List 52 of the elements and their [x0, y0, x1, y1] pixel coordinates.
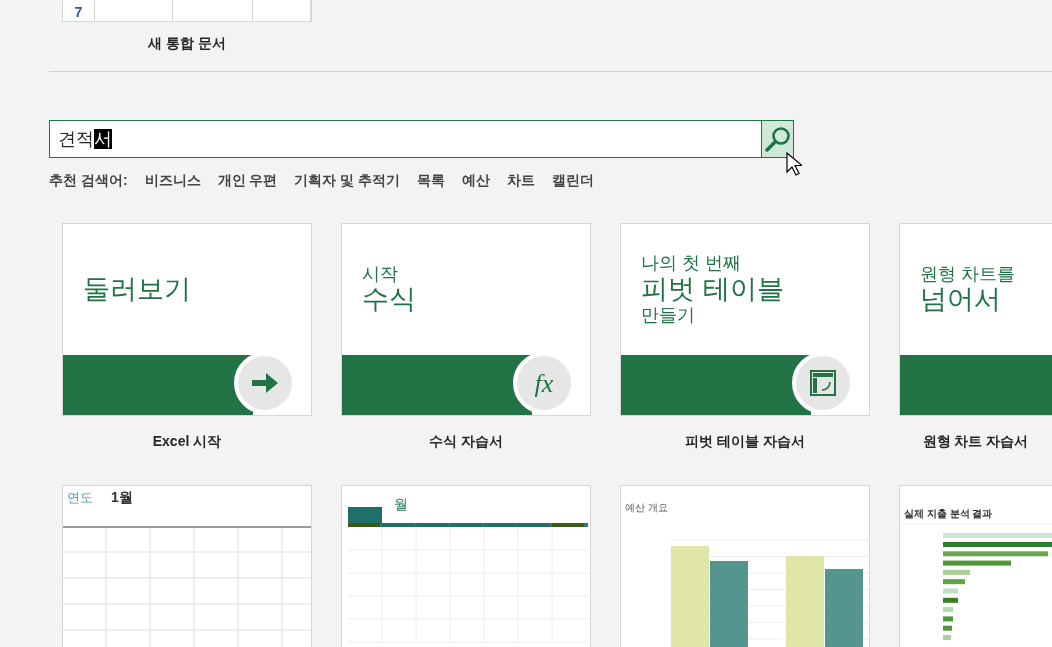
- chart-bar: [943, 635, 951, 640]
- template-caption: 피벗 테이블 자습서: [685, 433, 805, 449]
- template-tile[interactable]: 시작 수식 fx: [341, 223, 591, 416]
- template-caption: 수식 자습서: [429, 433, 503, 449]
- template-caption: Excel 시작: [152, 433, 222, 449]
- mouse-pointer-icon: [786, 152, 802, 176]
- arrow-icon: [250, 370, 280, 396]
- tile-title: 만들기: [641, 305, 695, 326]
- chart-bar: [943, 569, 970, 575]
- tile-title: 원형 차트를: [920, 263, 1015, 285]
- template-tile[interactable]: 둘러보기: [62, 223, 312, 416]
- chart-bar: [943, 579, 965, 585]
- chart-title: 예산 개요: [625, 501, 668, 515]
- calendar-year-title: 연도: [67, 489, 93, 507]
- tile-title: 수식: [362, 284, 416, 316]
- spreadsheet-thumbnail[interactable]: 7: [62, 0, 312, 22]
- suggested-searches-label: 추천 검색어:: [49, 171, 128, 190]
- chart-bar: [943, 560, 1011, 566]
- template-thumbnail[interactable]: 연도 1월: [62, 485, 312, 647]
- formula-symbol: fx: [534, 367, 554, 400]
- tile-title: 피벗 테이블: [641, 273, 784, 305]
- calendar-month-title: 월: [394, 495, 408, 514]
- suggestion-link[interactable]: 개인 우편: [217, 170, 278, 191]
- row-number: 7: [63, 0, 95, 22]
- chart-bar: [943, 607, 953, 613]
- suggestion-link[interactable]: 목록: [417, 170, 446, 191]
- tile-title: 나의 첫 번째: [641, 253, 741, 274]
- pivot-table-icon: [809, 369, 837, 397]
- search-icon: [764, 126, 791, 152]
- template-tile[interactable]: 원형 차트를 넘어서: [899, 223, 1052, 416]
- template-thumbnail[interactable]: 월: [341, 485, 591, 647]
- chart-bar: [943, 625, 952, 631]
- tile-title: 시작: [362, 263, 398, 285]
- calendar-month-title: 1월: [111, 488, 133, 507]
- chart-bar: [943, 588, 958, 594]
- suggestion-link[interactable]: 비즈니스: [144, 170, 201, 191]
- template-tile[interactable]: 나의 첫 번째 피벗 테이블 만들기: [620, 223, 870, 416]
- tile-title: 넘어서: [920, 284, 1001, 316]
- suggestion-link[interactable]: 캘린더: [552, 170, 595, 191]
- search-button[interactable]: [761, 121, 793, 157]
- chart-title: 실제 지출 분석 결과: [904, 507, 993, 521]
- chart-bar: [943, 616, 953, 622]
- template-thumbnail[interactable]: 예산 개요: [620, 485, 870, 647]
- chart-bar: [943, 597, 958, 603]
- suggestion-link[interactable]: 예산: [462, 170, 491, 191]
- suggestion-link[interactable]: 차트: [507, 170, 536, 191]
- tile-title: 둘러보기: [83, 273, 191, 305]
- template-thumbnail[interactable]: 실제 지출 분석 결과: [899, 485, 1052, 647]
- template-caption: 원형 차트 자습서: [922, 433, 1029, 449]
- search-field[interactable]: 견적서: [49, 120, 794, 158]
- suggestion-link[interactable]: 기획자 및 추적기: [294, 170, 401, 191]
- template-caption: 새 통합 문서: [148, 35, 226, 51]
